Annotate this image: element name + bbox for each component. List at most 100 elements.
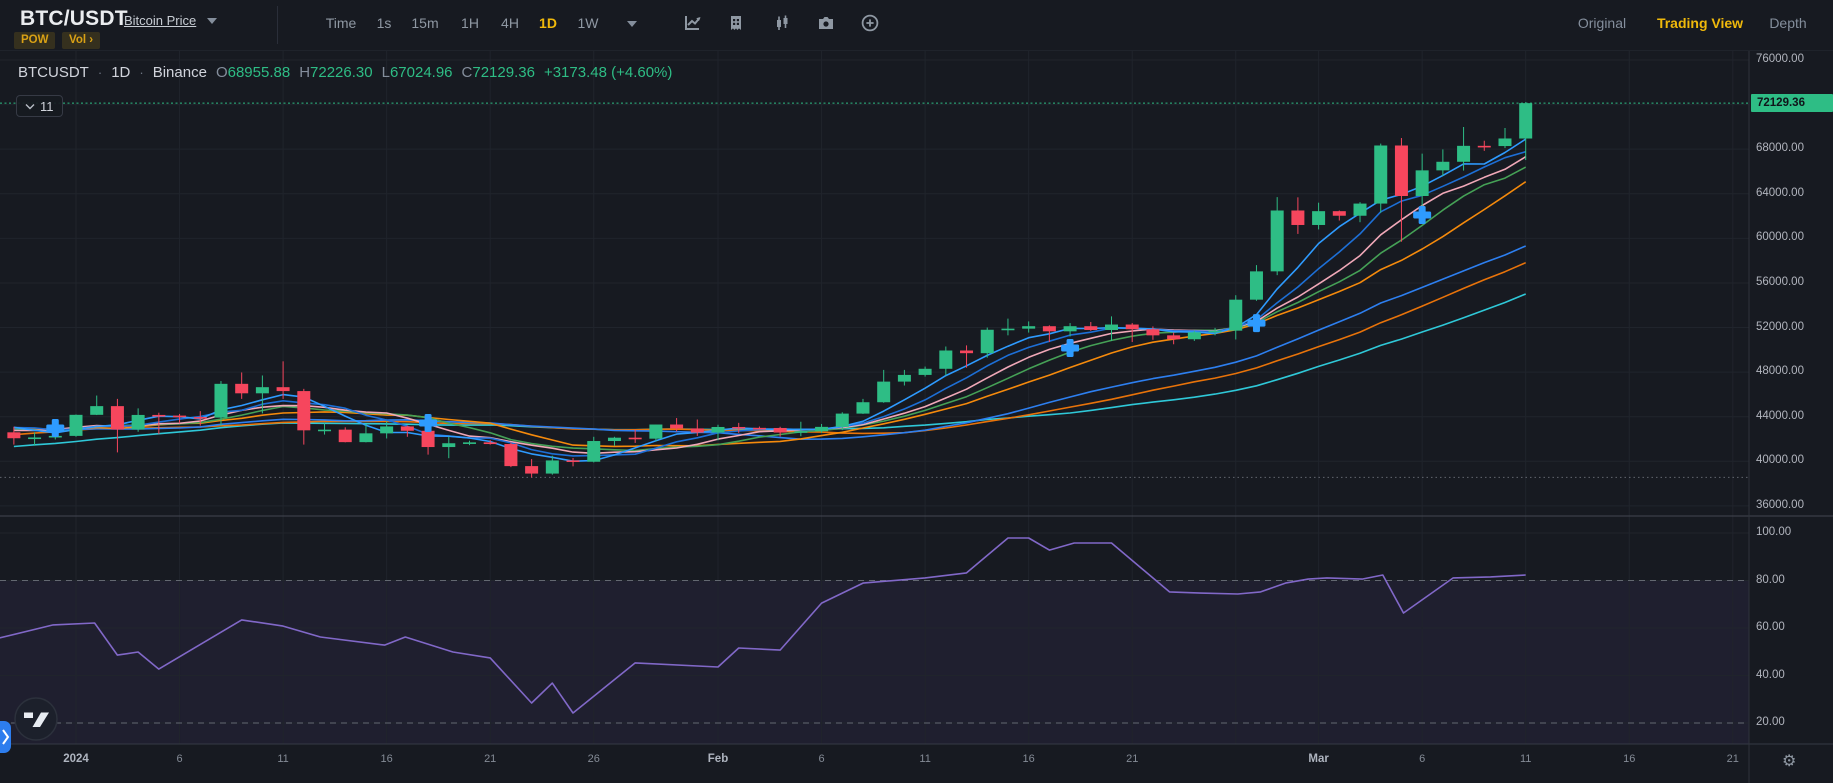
price-tick-label: 60000.00 xyxy=(1756,231,1830,243)
symbol-title: BTC/USDT xyxy=(20,7,128,31)
legend-interval: 1D xyxy=(111,64,130,81)
interval-15m[interactable]: 15m xyxy=(411,15,438,31)
time-tick-label: 16 xyxy=(1623,753,1635,765)
candle xyxy=(504,444,517,466)
candle xyxy=(712,427,725,433)
legend-high: H72226.30 xyxy=(299,64,372,81)
candle xyxy=(463,442,476,444)
candle xyxy=(380,426,393,433)
view-tab-depth[interactable]: Depth xyxy=(1769,15,1806,31)
tradingview-logo[interactable] xyxy=(15,698,57,740)
trading-chart-page: BTC/USDT Bitcoin Price POW Vol › Time 1s 1… xyxy=(0,0,1833,783)
candle xyxy=(1064,326,1077,331)
indicators-icon[interactable] xyxy=(726,13,748,35)
price-tick-label: 64000.00 xyxy=(1756,187,1830,199)
candle xyxy=(981,330,994,353)
candle xyxy=(297,391,310,430)
time-tick-label: 11 xyxy=(1520,753,1531,765)
candle xyxy=(960,351,973,354)
symbol-subtitle-link[interactable]: Bitcoin Price xyxy=(124,13,196,28)
separator-dot: · xyxy=(98,65,102,80)
time-tick-label: 11 xyxy=(277,753,288,765)
plus-circle-icon[interactable] xyxy=(860,13,882,35)
candle xyxy=(1229,300,1242,331)
candle xyxy=(1312,211,1325,225)
candle xyxy=(836,414,849,427)
current-price-label: 72129.36 xyxy=(1751,94,1833,112)
candle xyxy=(1457,146,1470,162)
divider xyxy=(277,6,278,44)
view-tab-trading-view[interactable]: Trading View xyxy=(1657,15,1743,31)
chevron-down-icon[interactable] xyxy=(207,18,217,24)
time-tick-label: 16 xyxy=(1023,753,1035,765)
interval-dropdown-chevron-icon[interactable] xyxy=(627,21,637,27)
time-axis[interactable] xyxy=(0,745,1749,783)
candlestick-icon[interactable] xyxy=(772,13,794,35)
camera-icon[interactable] xyxy=(816,13,838,35)
interval-1h[interactable]: 1H xyxy=(461,15,479,31)
candle xyxy=(691,428,704,432)
candle xyxy=(877,382,890,403)
line-chart-icon[interactable] xyxy=(682,13,704,35)
candle xyxy=(525,466,538,473)
candle xyxy=(815,427,828,431)
candle xyxy=(587,441,600,462)
oscillator-band xyxy=(0,581,1749,745)
candle xyxy=(1519,103,1532,138)
candle xyxy=(567,460,580,462)
time-tick-label: Feb xyxy=(708,753,728,765)
candle xyxy=(1167,335,1180,339)
interval-1d[interactable]: 1D xyxy=(539,15,557,31)
candle xyxy=(856,402,869,413)
indicators-collapsed-chip[interactable]: 11 xyxy=(16,95,63,117)
candle xyxy=(753,428,766,430)
candle xyxy=(277,387,290,391)
legend-change: +3173.48 (+4.60%) xyxy=(544,64,672,81)
price-tick-label: 56000.00 xyxy=(1756,276,1830,288)
ma-line-ma9 xyxy=(14,157,1526,454)
interval-4h[interactable]: 4H xyxy=(501,15,519,31)
candle xyxy=(1436,162,1449,171)
gear-icon[interactable]: ⚙ xyxy=(1782,751,1796,771)
pow-badge[interactable]: POW xyxy=(14,32,55,49)
candle xyxy=(1374,146,1387,204)
time-tick-label: 21 xyxy=(1126,753,1138,765)
candle xyxy=(28,437,41,439)
candle xyxy=(939,351,952,369)
candle xyxy=(90,406,103,415)
candle xyxy=(546,460,559,473)
candle xyxy=(1084,326,1097,330)
candle xyxy=(173,416,186,418)
chart-canvas[interactable] xyxy=(0,0,1833,783)
view-tab-original[interactable]: Original xyxy=(1578,15,1626,31)
candle xyxy=(256,387,269,393)
interval-1w[interactable]: 1W xyxy=(578,15,599,31)
candle xyxy=(1188,332,1201,339)
candle xyxy=(670,425,683,429)
ma-line-ma7 xyxy=(14,152,1526,456)
time-tick-label: Mar xyxy=(1308,753,1328,765)
candle xyxy=(1271,210,1284,271)
price-tick-label: 76000.00 xyxy=(1756,53,1830,65)
signal-plus-marker[interactable] xyxy=(46,419,64,437)
time-tick-label: 6 xyxy=(1419,753,1425,765)
interval-1s[interactable]: 1s xyxy=(377,15,392,31)
vol-badge[interactable]: Vol › xyxy=(62,32,100,49)
price-tick-label: 52000.00 xyxy=(1756,321,1830,333)
time-tick-label: 6 xyxy=(818,753,824,765)
price-tick-label: 48000.00 xyxy=(1756,365,1830,377)
candle xyxy=(919,369,932,375)
price-tick-label: 100.00 xyxy=(1756,526,1830,538)
price-tick-label: 36000.00 xyxy=(1756,499,1830,511)
time-tick-label: 21 xyxy=(484,753,496,765)
candle xyxy=(132,415,145,430)
candle xyxy=(152,415,165,417)
candle xyxy=(1291,210,1304,224)
candle xyxy=(1209,331,1222,333)
top-bar: BTC/USDT Bitcoin Price POW Vol › Time 1s 1… xyxy=(0,0,1833,51)
interval-time[interactable]: Time xyxy=(326,15,357,31)
candle xyxy=(194,417,207,419)
time-tick-label: 2024 xyxy=(63,753,89,765)
price-tick-label: 80.00 xyxy=(1756,574,1830,586)
candle xyxy=(422,431,435,447)
